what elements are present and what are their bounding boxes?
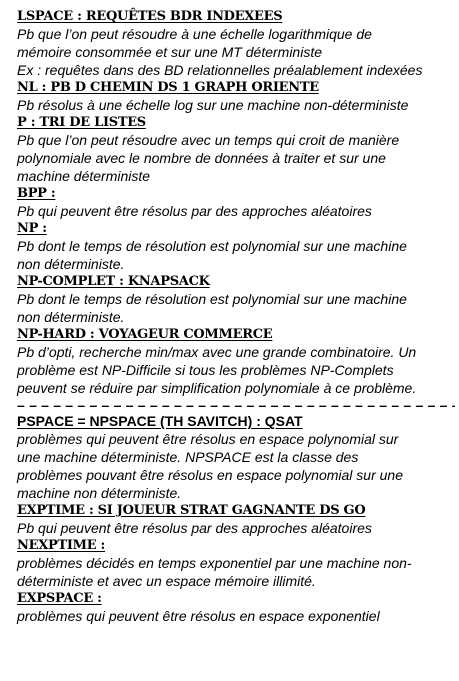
text-line: Pb que l’on peut résoudre à une échelle … xyxy=(17,26,372,42)
text-line: Pb que l’on peut résoudre avec un temps … xyxy=(17,132,400,148)
text-line: Pb d’opti, recherche min/max avec une gr… xyxy=(17,344,417,360)
text-expspace: problèmes qui peuvent être résolus en es… xyxy=(17,607,455,625)
text-nl: Pb résolus à une échelle log sur une mac… xyxy=(17,96,455,114)
text-line: problème est NP-Difficile si tous les pr… xyxy=(17,362,394,378)
text-line: machine déterministe xyxy=(17,168,151,184)
text-line: Pb dont le temps de résolution est polyn… xyxy=(17,238,407,254)
text-line: peuvent se réduire par simplification po… xyxy=(17,380,417,396)
text-line: machine non déterministe. xyxy=(17,485,182,501)
text-line: non déterministe. xyxy=(17,309,125,325)
text-line: Ex : requêtes dans des BD relationnelles… xyxy=(17,62,423,78)
text-np: Pb dont le temps de résolution est polyn… xyxy=(17,237,455,273)
heading-bpp: BPP : xyxy=(17,186,56,201)
heading-np-hard: NP-HARD : VOYAGEUR COMMERCE xyxy=(17,327,273,342)
text-line: Pb qui peuvent être résolus par des appr… xyxy=(17,520,372,536)
text-bpp: Pb qui peuvent être résolus par des appr… xyxy=(17,202,455,220)
text-line: mémoire consommée et sur une MT détermin… xyxy=(17,44,322,60)
text-line: Pb qui peuvent être résolus par des appr… xyxy=(17,203,372,219)
heading-nl: NL : PB D CHEMIN DS 1 GRAPH ORIENTE xyxy=(17,80,319,95)
text-line: Pb dont le temps de résolution est polyn… xyxy=(17,291,407,307)
heading-nexptime: NEXPTIME : xyxy=(17,538,106,553)
heading-p: P : TRI DE LISTES xyxy=(17,115,146,130)
text-line: une machine déterministe. NPSPACE est la… xyxy=(17,449,359,465)
text-line: Pb résolus à une échelle log sur une mac… xyxy=(17,97,409,113)
text-nexptime: problèmes décidés en temps exponentiel p… xyxy=(17,554,455,590)
text-line: problèmes pouvant être résolus en espace… xyxy=(17,467,404,483)
text-np-complet: Pb dont le temps de résolution est polyn… xyxy=(17,290,455,326)
heading-np-complet: NP-COMPLET : KNAPSACK xyxy=(17,274,210,289)
text-pspace: problèmes qui peuvent être résolus en es… xyxy=(17,430,455,502)
text-np-hard: Pb d’opti, recherche min/max avec une gr… xyxy=(17,343,455,397)
text-line: non déterministe. xyxy=(17,256,125,272)
heading-exptime: EXPTIME : SI JOUEUR STRAT GAGNANTE DS GO xyxy=(17,503,366,518)
heading-lspace: LSPACE : REQUÊTES BDR INDEXEES xyxy=(17,9,283,24)
complexity-classes-document: LSPACE : REQUÊTES BDR INDEXEES Pb que l’… xyxy=(17,8,455,625)
text-lspace: Pb que l’on peut résoudre à une échelle … xyxy=(17,25,455,79)
text-p: Pb que l’on peut résoudre avec un temps … xyxy=(17,131,455,185)
dashed-separator: – – – – – – – – – – – – – – – – – – – – … xyxy=(17,397,455,413)
text-line: problèmes qui peuvent être résolus en es… xyxy=(17,608,380,624)
text-line: polynomiale avec le nombre de données à … xyxy=(17,150,386,166)
text-line: problèmes décidés en temps exponentiel p… xyxy=(17,555,412,571)
text-exptime: Pb qui peuvent être résolus par des appr… xyxy=(17,519,455,537)
text-line: déterministe et avec un espace mémoire i… xyxy=(17,573,316,589)
text-line: problèmes qui peuvent être résolus en es… xyxy=(17,431,399,447)
heading-expspace: EXPSPACE : xyxy=(17,591,102,606)
heading-np: NP : xyxy=(17,221,47,236)
heading-pspace: PSPACE = NPSPACE (TH SAVITCH) : QSAT xyxy=(17,413,303,429)
